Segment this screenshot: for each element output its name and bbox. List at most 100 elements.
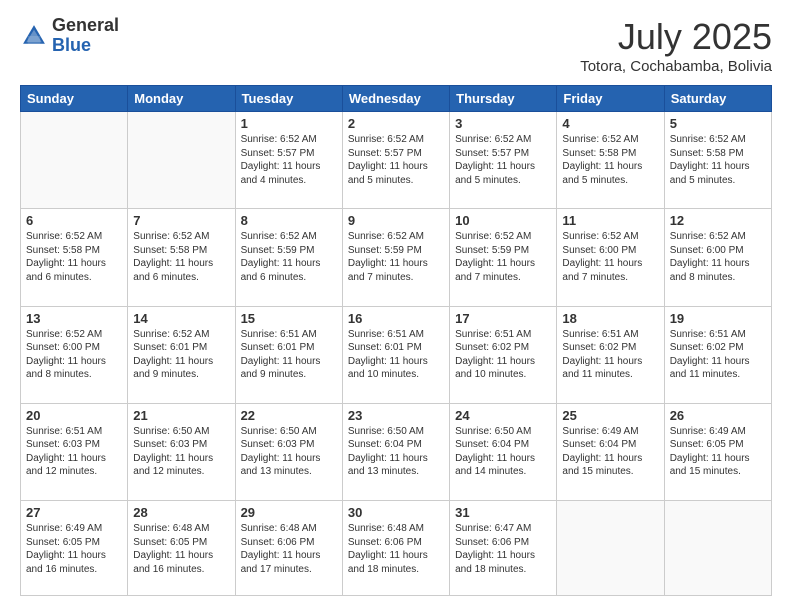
calendar-cell: 20Sunrise: 6:51 AM Sunset: 6:03 PM Dayli… [21, 403, 128, 500]
calendar-cell: 29 Sunrise: 6:48 AM Sunset: 6:06 PM Dayli… [235, 501, 342, 596]
calendar-cell: 11 Sunrise: 6:52 AM Sunset: 6:00 PM Dayli… [557, 209, 664, 306]
calendar-cell: 13Sunrise: 6:52 AM Sunset: 6:00 PM Dayli… [21, 306, 128, 403]
calendar-cell: 15 Sunrise: 6:51 AM Sunset: 6:01 PM Dayli… [235, 306, 342, 403]
cell-info: Sunrise: 6:52 AM Sunset: 6:00 PM Dayligh… [670, 230, 766, 284]
cell-info: Sunrise: 6:52 AM Sunset: 5:58 PM Dayligh… [670, 133, 766, 187]
calendar-cell: 28 Sunrise: 6:48 AM Sunset: 6:05 PM Dayli… [128, 501, 235, 596]
cell-info: Sunrise: 6:49 AM Sunset: 6:04 PM Dayligh… [562, 425, 658, 479]
calendar-cell [557, 501, 664, 596]
cell-info: Sunrise: 6:48 AM Sunset: 6:06 PM Dayligh… [348, 522, 444, 576]
calendar-cell: 30 Sunrise: 6:48 AM Sunset: 6:06 PM Dayli… [342, 501, 449, 596]
weekday-header-row: SundayMondayTuesdayWednesdayThursdayFrid… [21, 86, 772, 112]
day-number: 26 [670, 408, 766, 423]
cell-info: Sunrise: 6:52 AM Sunset: 5:58 PM Dayligh… [133, 230, 229, 284]
weekday-header-cell: Monday [128, 86, 235, 112]
weekday-header-cell: Wednesday [342, 86, 449, 112]
calendar-cell: 14 Sunrise: 6:52 AM Sunset: 6:01 PM Dayli… [128, 306, 235, 403]
day-number: 14 [133, 311, 229, 326]
weekday-header-cell: Thursday [450, 86, 557, 112]
calendar-cell: 22 Sunrise: 6:50 AM Sunset: 6:03 PM Dayli… [235, 403, 342, 500]
logo-icon [20, 22, 48, 50]
weekday-header-cell: Sunday [21, 86, 128, 112]
calendar-table: SundayMondayTuesdayWednesdayThursdayFrid… [20, 85, 772, 596]
day-number: 15 [241, 311, 337, 326]
day-number: 17 [455, 311, 551, 326]
calendar-week-row: 13Sunrise: 6:52 AM Sunset: 6:00 PM Dayli… [21, 306, 772, 403]
calendar-week-row: 20Sunrise: 6:51 AM Sunset: 6:03 PM Dayli… [21, 403, 772, 500]
day-number: 3 [455, 116, 551, 131]
calendar-cell [128, 112, 235, 209]
cell-info: Sunrise: 6:52 AM Sunset: 5:57 PM Dayligh… [348, 133, 444, 187]
weekday-header-cell: Tuesday [235, 86, 342, 112]
cell-info: Sunrise: 6:52 AM Sunset: 5:57 PM Dayligh… [241, 133, 337, 187]
calendar-cell: 31Sunrise: 6:47 AM Sunset: 6:06 PM Dayli… [450, 501, 557, 596]
calendar-cell: 8 Sunrise: 6:52 AM Sunset: 5:59 PM Daylig… [235, 209, 342, 306]
cell-info: Sunrise: 6:51 AM Sunset: 6:02 PM Dayligh… [670, 328, 766, 382]
calendar-cell: 18Sunrise: 6:51 AM Sunset: 6:02 PM Dayli… [557, 306, 664, 403]
calendar-cell [664, 501, 771, 596]
day-number: 5 [670, 116, 766, 131]
cell-info: Sunrise: 6:52 AM Sunset: 5:58 PM Dayligh… [26, 230, 122, 284]
cell-info: Sunrise: 6:52 AM Sunset: 5:59 PM Dayligh… [455, 230, 551, 284]
calendar-body: 1 Sunrise: 6:52 AM Sunset: 5:57 PM Daylig… [21, 112, 772, 596]
cell-info: Sunrise: 6:51 AM Sunset: 6:02 PM Dayligh… [455, 328, 551, 382]
day-number: 29 [241, 505, 337, 520]
cell-info: Sunrise: 6:47 AM Sunset: 6:06 PM Dayligh… [455, 522, 551, 576]
calendar-cell: 25Sunrise: 6:49 AM Sunset: 6:04 PM Dayli… [557, 403, 664, 500]
day-number: 8 [241, 213, 337, 228]
day-number: 30 [348, 505, 444, 520]
cell-info: Sunrise: 6:48 AM Sunset: 6:05 PM Dayligh… [133, 522, 229, 576]
calendar-cell: 19Sunrise: 6:51 AM Sunset: 6:02 PM Dayli… [664, 306, 771, 403]
cell-info: Sunrise: 6:50 AM Sunset: 6:04 PM Dayligh… [348, 425, 444, 479]
calendar-cell [21, 112, 128, 209]
cell-info: Sunrise: 6:49 AM Sunset: 6:05 PM Dayligh… [26, 522, 122, 576]
calendar-cell: 5 Sunrise: 6:52 AM Sunset: 5:58 PM Daylig… [664, 112, 771, 209]
cell-info: Sunrise: 6:50 AM Sunset: 6:03 PM Dayligh… [241, 425, 337, 479]
calendar-week-row: 1 Sunrise: 6:52 AM Sunset: 5:57 PM Daylig… [21, 112, 772, 209]
calendar-cell: 17 Sunrise: 6:51 AM Sunset: 6:02 PM Dayli… [450, 306, 557, 403]
calendar-cell: 27 Sunrise: 6:49 AM Sunset: 6:05 PM Dayli… [21, 501, 128, 596]
cell-info: Sunrise: 6:51 AM Sunset: 6:03 PM Dayligh… [26, 425, 122, 479]
calendar-cell: 6 Sunrise: 6:52 AM Sunset: 5:58 PM Daylig… [21, 209, 128, 306]
weekday-header-cell: Friday [557, 86, 664, 112]
calendar-cell: 1 Sunrise: 6:52 AM Sunset: 5:57 PM Daylig… [235, 112, 342, 209]
title-block: July 2025 Totora, Cochabamba, Bolivia [580, 16, 772, 75]
cell-info: Sunrise: 6:52 AM Sunset: 5:58 PM Dayligh… [562, 133, 658, 187]
cell-info: Sunrise: 6:48 AM Sunset: 6:06 PM Dayligh… [241, 522, 337, 576]
day-number: 24 [455, 408, 551, 423]
calendar-week-row: 27 Sunrise: 6:49 AM Sunset: 6:05 PM Dayli… [21, 501, 772, 596]
calendar-cell: 3Sunrise: 6:52 AM Sunset: 5:57 PM Daylig… [450, 112, 557, 209]
cell-info: Sunrise: 6:52 AM Sunset: 6:01 PM Dayligh… [133, 328, 229, 382]
calendar-cell: 7Sunrise: 6:52 AM Sunset: 5:58 PM Daylig… [128, 209, 235, 306]
day-number: 23 [348, 408, 444, 423]
cell-info: Sunrise: 6:52 AM Sunset: 6:00 PM Dayligh… [562, 230, 658, 284]
calendar-cell: 26 Sunrise: 6:49 AM Sunset: 6:05 PM Dayli… [664, 403, 771, 500]
calendar-cell: 9 Sunrise: 6:52 AM Sunset: 5:59 PM Daylig… [342, 209, 449, 306]
day-number: 27 [26, 505, 122, 520]
day-number: 12 [670, 213, 766, 228]
cell-info: Sunrise: 6:52 AM Sunset: 5:59 PM Dayligh… [348, 230, 444, 284]
cell-info: Sunrise: 6:49 AM Sunset: 6:05 PM Dayligh… [670, 425, 766, 479]
logo-blue: Blue [52, 35, 91, 55]
cell-info: Sunrise: 6:51 AM Sunset: 6:01 PM Dayligh… [241, 328, 337, 382]
cell-info: Sunrise: 6:52 AM Sunset: 5:59 PM Dayligh… [241, 230, 337, 284]
day-number: 16 [348, 311, 444, 326]
day-number: 10 [455, 213, 551, 228]
logo-text: General Blue [52, 16, 119, 56]
weekday-header-cell: Saturday [664, 86, 771, 112]
day-number: 6 [26, 213, 122, 228]
day-number: 11 [562, 213, 658, 228]
day-number: 1 [241, 116, 337, 131]
cell-info: Sunrise: 6:50 AM Sunset: 6:04 PM Dayligh… [455, 425, 551, 479]
day-number: 28 [133, 505, 229, 520]
month-title: July 2025 [580, 16, 772, 58]
calendar-cell: 4 Sunrise: 6:52 AM Sunset: 5:58 PM Daylig… [557, 112, 664, 209]
header: General Blue July 2025 Totora, Cochabamb… [20, 16, 772, 75]
calendar-cell: 24 Sunrise: 6:50 AM Sunset: 6:04 PM Dayli… [450, 403, 557, 500]
calendar-week-row: 6 Sunrise: 6:52 AM Sunset: 5:58 PM Daylig… [21, 209, 772, 306]
day-number: 4 [562, 116, 658, 131]
calendar-cell: 10 Sunrise: 6:52 AM Sunset: 5:59 PM Dayli… [450, 209, 557, 306]
day-number: 22 [241, 408, 337, 423]
day-number: 9 [348, 213, 444, 228]
logo: General Blue [20, 16, 119, 56]
